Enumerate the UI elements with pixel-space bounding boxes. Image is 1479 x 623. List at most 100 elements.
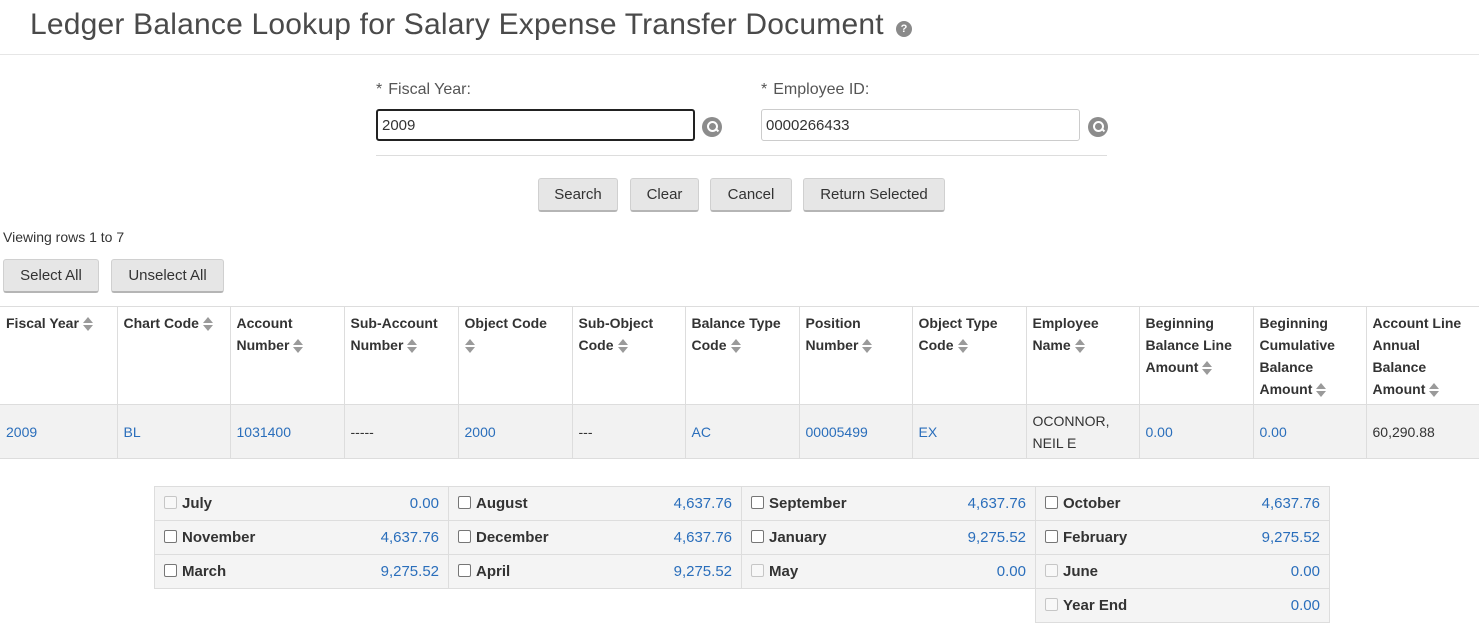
column-header-account-line-annual-balance-amount[interactable]: Account Line Annual Balance Amount [1366, 306, 1479, 405]
month-cell-year-end: Year End 0.00 [1035, 588, 1330, 623]
column-header-label: Account Line Annual Balance Amount [1372, 315, 1462, 397]
month-amount-link[interactable]: 9,275.52 [674, 563, 732, 580]
sort-icon[interactable] [1202, 361, 1213, 376]
month-amount-link[interactable]: 0.00 [997, 563, 1026, 580]
month-checkbox [1045, 598, 1058, 611]
month-cell-april: April 9,275.52 [448, 554, 742, 589]
month-label: April [476, 563, 511, 580]
column-header-position-number[interactable]: Position Number [799, 306, 913, 405]
month-amount-link[interactable]: 4,637.76 [381, 529, 439, 546]
sort-icon[interactable] [957, 339, 968, 354]
sort-icon[interactable] [202, 317, 213, 332]
column-header-object-code[interactable]: Object Code [458, 306, 573, 405]
account-line-annual-balance-amount-value: 60,290.88 [1372, 423, 1435, 440]
month-amount-link[interactable]: 4,637.76 [674, 529, 732, 546]
month-amount-link[interactable]: 9,275.52 [968, 529, 1026, 546]
column-header-label: Sub-Account Number [350, 315, 438, 353]
month-checkbox[interactable] [751, 530, 764, 543]
sort-icon[interactable] [1074, 339, 1085, 354]
month-label: December [476, 529, 549, 546]
column-header-employee-name[interactable]: Employee Name [1026, 306, 1140, 405]
question-circle-icon[interactable]: ? [896, 21, 912, 37]
month-label: March [182, 563, 227, 580]
month-cell-february: February 9,275.52 [1035, 520, 1330, 555]
month-amount-link[interactable]: 4,637.76 [674, 495, 732, 512]
column-header-account-number[interactable]: Account Number [230, 306, 345, 405]
page-title: Ledger Balance Lookup for Salary Expense… [30, 8, 884, 41]
month-amount-link[interactable]: 0.00 [1291, 563, 1320, 580]
sort-icon[interactable] [1316, 383, 1327, 398]
month-label: August [476, 495, 528, 512]
month-checkbox[interactable] [1045, 496, 1058, 509]
column-header-fiscal-year[interactable]: Fiscal Year [0, 306, 118, 405]
month-cell-june: June 0.00 [1035, 554, 1330, 589]
employee-id-label-text: Employee ID: [773, 81, 870, 98]
sort-icon[interactable] [407, 339, 418, 354]
month-label: May [769, 563, 799, 580]
fiscal-year-link[interactable]: 2009 [6, 424, 37, 440]
month-amount-link[interactable]: 0.00 [410, 495, 439, 512]
balance-type-code-link[interactable]: AC [692, 424, 711, 440]
beginning-cumulative-balance-amount-link[interactable]: 0.00 [1260, 424, 1287, 440]
column-header-label: Employee Name [1032, 315, 1099, 353]
column-header-sub-object-code[interactable]: Sub-Object Code [572, 306, 686, 405]
month-checkbox[interactable] [164, 530, 177, 543]
month-checkbox [751, 564, 764, 577]
position-number-link[interactable]: 00005499 [806, 424, 868, 440]
sort-icon[interactable] [730, 339, 741, 354]
month-checkbox[interactable] [1045, 530, 1058, 543]
column-header-balance-type-code[interactable]: Balance Type Code [685, 306, 800, 405]
beginning-balance-line-amount-link[interactable]: 0.00 [1146, 424, 1173, 440]
return-selected-button[interactable]: Return Selected [803, 178, 945, 212]
column-header-object-type-code[interactable]: Object Type Code [912, 306, 1027, 405]
sort-icon[interactable] [82, 317, 93, 332]
empty-cell [449, 589, 742, 623]
object-code-link[interactable]: 2000 [465, 424, 496, 440]
month-cell-december: December 4,637.76 [448, 520, 742, 555]
fiscal-year-label: * Fiscal Year: [376, 81, 471, 99]
employee-id-label: * Employee ID: [761, 81, 869, 99]
object-type-code-link[interactable]: EX [919, 424, 938, 440]
sort-icon[interactable] [1429, 383, 1440, 398]
column-header-sub-account-number[interactable]: Sub-Account Number [344, 306, 459, 405]
viewing-rows-text: Viewing rows 1 to 7 [3, 229, 125, 245]
column-header-beginning-balance-line-amount[interactable]: Beginning Balance Line Amount [1139, 306, 1254, 405]
column-header-label: Account Number [236, 315, 293, 353]
month-amount-link[interactable]: 4,637.76 [1262, 495, 1320, 512]
unselect-all-button[interactable]: Unselect All [111, 259, 224, 293]
fiscal-year-lookup-icon[interactable] [702, 117, 722, 137]
employee-id-input[interactable] [761, 109, 1080, 141]
sort-icon[interactable] [862, 339, 873, 354]
column-header-label: Position Number [805, 315, 861, 353]
required-mark: * [761, 81, 768, 98]
account-number-link[interactable]: 1031400 [237, 424, 292, 440]
month-label: February [1063, 529, 1128, 546]
select-all-button[interactable]: Select All [3, 259, 99, 293]
cancel-button[interactable]: Cancel [710, 178, 792, 212]
month-checkbox[interactable] [164, 564, 177, 577]
month-checkbox[interactable] [458, 564, 471, 577]
month-cell-november: November 4,637.76 [154, 520, 449, 555]
month-amount-link[interactable]: 9,275.52 [1262, 529, 1320, 546]
column-header-chart-code[interactable]: Chart Code [117, 306, 231, 405]
month-checkbox [164, 496, 177, 509]
month-amount-link[interactable]: 0.00 [1291, 597, 1320, 614]
search-button[interactable]: Search [538, 178, 618, 212]
results-header-row: Fiscal Year Chart Code Account Number Su… [0, 306, 1479, 405]
employee-id-lookup-icon[interactable] [1088, 117, 1108, 137]
sort-icon[interactable] [293, 339, 304, 354]
sort-icon[interactable] [617, 339, 628, 354]
sort-icon[interactable] [464, 339, 475, 354]
month-amount-link[interactable]: 9,275.52 [381, 563, 439, 580]
month-amount-link[interactable]: 4,637.76 [968, 495, 1026, 512]
column-header-beginning-cumulative-balance-amount[interactable]: Beginning Cumulative Balance Amount [1253, 306, 1367, 405]
month-checkbox[interactable] [458, 530, 471, 543]
fiscal-year-input[interactable] [376, 109, 695, 141]
month-checkbox[interactable] [458, 496, 471, 509]
month-checkbox[interactable] [751, 496, 764, 509]
column-header-label: Fiscal Year [6, 315, 79, 331]
month-cell-august: August 4,637.76 [448, 486, 742, 521]
chart-code-link[interactable]: BL [124, 424, 141, 440]
clear-button[interactable]: Clear [630, 178, 699, 212]
empty-cell [742, 589, 1036, 623]
